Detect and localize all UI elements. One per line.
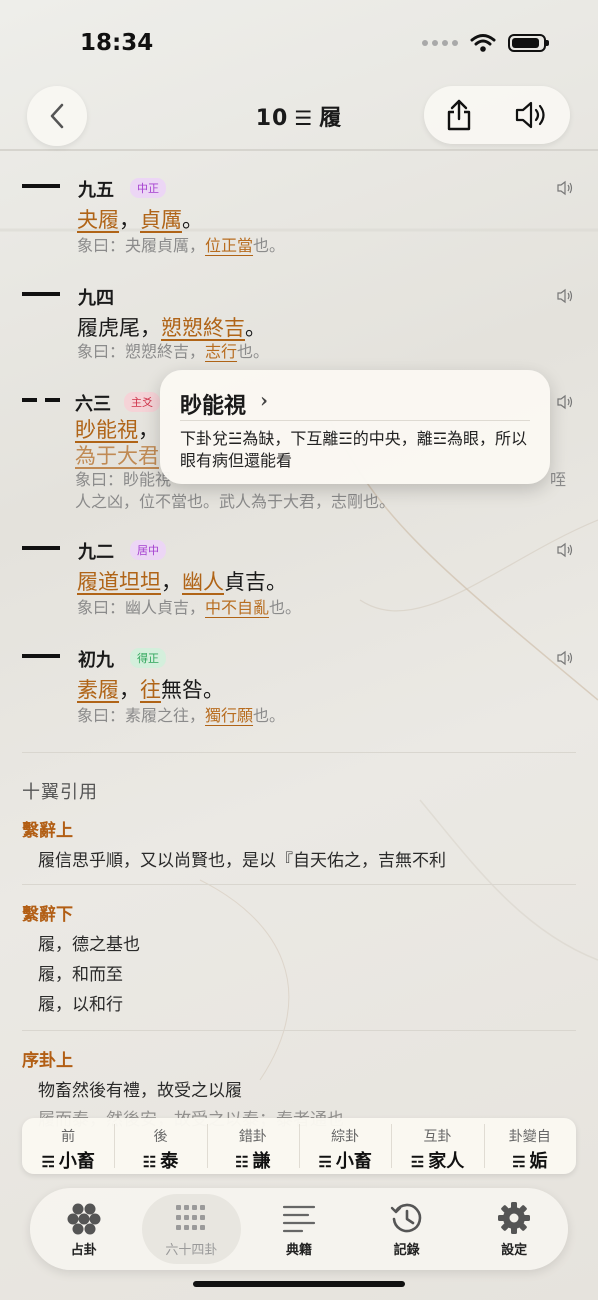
trigram-icon: ☴ <box>318 1153 332 1171</box>
section-divider <box>22 884 576 885</box>
related-hexagrams-bar: 前 ☴ 小畜 後 ☷ 泰 錯卦 ☷ 謙 綜卦 ☴ 小畜 互卦 ☲ 家人 卦變自 ☴ 姤 <box>22 1118 576 1174</box>
line-text: 夬履，貞厲。 <box>77 208 203 232</box>
hexagram-name: 履 <box>319 106 343 131</box>
xiang-text: 象曰：眇能視 <box>75 470 172 489</box>
section-divider <box>22 1030 576 1031</box>
history-icon <box>390 1203 421 1233</box>
yang-line-icon <box>22 292 60 296</box>
popover-divider <box>180 420 530 421</box>
trigram-icon: ☴ <box>41 1153 55 1171</box>
coins-icon <box>67 1203 101 1235</box>
commentary-section-title: 繫辭上 <box>22 821 73 841</box>
line-row[interactable]: 九二 居中 履道坦坦，幽人貞吉。 象曰：幽人貞吉，中不自亂也。 <box>0 538 598 618</box>
wifi-icon <box>470 34 496 52</box>
line-text: 履道坦坦，幽人貞吉。 <box>77 570 287 594</box>
xiang-text-continued: 人之凶，位不當也。武人為于大君，志剛也。 <box>75 492 396 511</box>
tab-classics[interactable]: 典籍 <box>245 1188 353 1270</box>
trigram-icon: ☴ <box>512 1153 526 1171</box>
line-row[interactable]: 九四 履虎尾，愬愬終吉。 象曰：愬愬終吉，志行也。 <box>0 284 598 364</box>
commentary-heading: 十翼引用 <box>22 782 98 803</box>
share-icon[interactable] <box>445 98 473 132</box>
battery-icon <box>508 34 549 52</box>
line-tag: 居中 <box>130 540 166 560</box>
status-bar: 18:34 <box>0 0 598 80</box>
related-next[interactable]: 後 ☷ 泰 <box>114 1118 206 1174</box>
status-time: 18:34 <box>80 30 154 56</box>
line-speaker-icon[interactable] <box>556 180 574 196</box>
hexagram-number: 10 <box>255 106 289 131</box>
related-derived-from[interactable]: 卦變自 ☴ 姤 <box>483 1118 576 1174</box>
tab-64-hexagrams[interactable]: 六十四卦 <box>138 1188 246 1270</box>
commentary-quote[interactable]: 物畜然後有禮，故受之以履 <box>38 1076 242 1101</box>
line-row[interactable]: 初九 得正 素履，往無咎。 象曰：素履之往，獨行願也。 <box>0 646 598 726</box>
line-position: 初九 <box>78 650 114 671</box>
nav-actions <box>424 86 570 144</box>
signal-dots-icon <box>422 40 458 46</box>
commentary-quote[interactable]: 履，和而至 <box>38 960 123 985</box>
popover-body: 下卦兌☱為缺，下互離☲的中央，離☲為眼，所以眼有病但還能看 <box>180 429 528 470</box>
line-position: 九四 <box>78 288 114 309</box>
related-inverse[interactable]: 綜卦 ☴ 小畜 <box>298 1118 391 1174</box>
line-tag: 得正 <box>130 648 166 668</box>
line-tag: 中正 <box>130 178 166 198</box>
yang-line-icon <box>22 184 60 188</box>
line-speaker-icon[interactable] <box>556 542 574 558</box>
line-row[interactable]: 九五 中正 夬履，貞厲。 象曰：夬履貞厲，位正當也。 <box>0 176 598 256</box>
speaker-icon[interactable] <box>514 100 550 130</box>
related-nuclear[interactable]: 互卦 ☲ 家人 <box>391 1118 483 1174</box>
grid-icon <box>176 1205 206 1230</box>
related-opposite[interactable]: 錯卦 ☷ 謙 <box>206 1118 299 1174</box>
section-divider <box>22 752 576 753</box>
commentary-quote[interactable]: 履，以和行 <box>38 990 123 1015</box>
line-text: 素履，往無咎。 <box>77 678 224 702</box>
xiang-text: 象曰：夬履貞厲，位正當也。 <box>77 236 286 255</box>
trigram-icon: ☲ <box>410 1153 425 1171</box>
xiang-text: 象曰：愬愬終吉，志行也。 <box>77 342 270 361</box>
yang-line-icon <box>22 654 60 658</box>
xiang-text: 象曰：幽人貞吉，中不自亂也。 <box>77 598 302 617</box>
line-position: 六三 <box>75 394 111 415</box>
line-speaker-icon[interactable] <box>556 650 574 666</box>
yin-line-icon <box>22 398 60 402</box>
commentary-section-title: 序卦上 <box>22 1051 73 1071</box>
commentary-quote[interactable]: 履信思乎順，又以尚賢也，是以『自天佑之，吉無不利 <box>38 846 446 871</box>
trigram-icon: ☷ <box>142 1153 157 1171</box>
tab-divination[interactable]: 占卦 <box>30 1188 138 1270</box>
line-speaker-icon[interactable] <box>556 288 574 304</box>
tab-settings[interactable]: 設定 <box>460 1188 568 1270</box>
chevron-right-icon[interactable]: › <box>260 388 268 412</box>
line-speaker-icon[interactable] <box>556 394 574 410</box>
hexagram-trigram-icon: ☰ <box>294 106 314 130</box>
home-indicator <box>193 1281 405 1287</box>
annotation-popover[interactable]: 眇能視 › 下卦兌☱為缺，下互離☲的中央，離☲為眼，所以眼有病但還能看 <box>160 370 550 484</box>
trigram-icon: ☷ <box>235 1153 249 1171</box>
popover-title: 眇能視 <box>180 393 247 419</box>
line-position: 九五 <box>78 180 114 201</box>
related-previous[interactable]: 前 ☴ 小畜 <box>22 1118 114 1174</box>
commentary-quote[interactable]: 履，德之基也 <box>38 930 140 955</box>
gear-icon <box>498 1202 531 1234</box>
text-lines-icon <box>282 1205 316 1233</box>
commentary-section-title: 繫辭下 <box>22 905 73 925</box>
xiang-text-tail: 咥 <box>550 470 567 489</box>
tab-records[interactable]: 記錄 <box>353 1188 461 1270</box>
line-position: 九二 <box>78 542 114 563</box>
yang-line-icon <box>22 546 60 550</box>
xiang-text: 象曰：素履之往，獨行願也。 <box>77 706 286 725</box>
tab-bar: 占卦 六十四卦 典籍 記錄 設定 <box>30 1188 568 1270</box>
line-tag: 主爻 <box>124 392 160 412</box>
